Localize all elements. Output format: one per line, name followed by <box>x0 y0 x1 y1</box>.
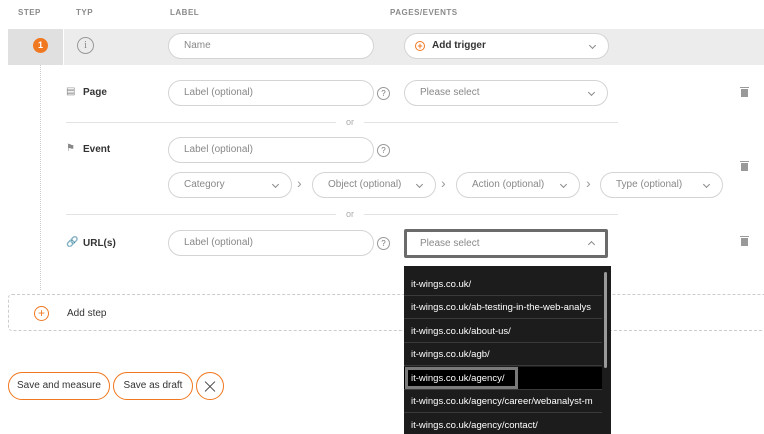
add-step-label[interactable]: Add step <box>67 308 106 319</box>
info-icon[interactable]: i <box>77 37 94 54</box>
step-row <box>8 29 764 65</box>
event-category-select[interactable]: Category <box>168 172 292 198</box>
link-icon: 🔗 <box>66 237 79 248</box>
or-text: or <box>345 117 354 127</box>
add-trigger-label: Add trigger <box>432 40 486 51</box>
page-type-label: Page <box>83 87 107 98</box>
event-type-label: Event <box>83 144 111 155</box>
page-help-icon[interactable]: ? <box>377 87 390 100</box>
dropdown-scrollbar[interactable] <box>604 272 607 368</box>
dropdown-option[interactable]: it-wings.co.uk/about-us/ <box>404 320 602 343</box>
event-type-select[interactable]: Type (optional) <box>600 172 723 198</box>
page-select[interactable]: Please select <box>404 80 608 106</box>
page-label-input[interactable]: Label (optional) <box>168 80 374 106</box>
url-help-icon[interactable]: ? <box>377 237 390 250</box>
event-object-select[interactable]: Object (optional) <box>312 172 436 198</box>
dropdown-hover-highlight <box>405 367 518 389</box>
url-type-label: URL(s) <box>83 238 116 249</box>
add-step-row[interactable] <box>8 294 764 331</box>
page-delete-icon[interactable] <box>740 87 749 97</box>
or-text: or <box>345 209 354 219</box>
header-typ: TYP <box>76 8 94 17</box>
dropdown-option[interactable]: it-wings.co.uk/ab-testing-in-the-web-ana… <box>404 296 602 319</box>
save-and-measure-button[interactable]: Save and measure <box>8 372 110 400</box>
event-help-icon[interactable]: ? <box>377 144 390 157</box>
add-trigger-select[interactable]: + Add trigger <box>404 33 609 59</box>
dropdown-option[interactable]: it-wings.co.uk/ <box>404 273 602 296</box>
page-icon: ▤ <box>66 86 76 97</box>
chevron-right-icon: › <box>586 175 591 191</box>
url-label-input[interactable]: Label (optional) <box>168 230 374 256</box>
dropdown-option[interactable]: it-wings.co.uk/agency/career/webanalyst-… <box>404 390 602 413</box>
add-step-plus-icon[interactable]: + <box>34 306 49 321</box>
save-as-draft-button[interactable]: Save as draft <box>113 372 193 400</box>
event-icon: ⚑ <box>66 143 75 154</box>
event-action-select[interactable]: Action (optional) <box>456 172 580 198</box>
dropdown-option[interactable]: it-wings.co.uk/agency/contact/ <box>404 414 602 434</box>
cancel-close-icon[interactable] <box>196 372 224 400</box>
chevron-right-icon: › <box>297 175 302 191</box>
url-dropdown-list: it-wings.co.uk/ it-wings.co.uk/ab-testin… <box>404 266 611 434</box>
header-pages-events: PAGES/EVENTS <box>390 8 458 17</box>
or-divider-left <box>66 122 336 123</box>
or-divider-right <box>364 214 618 215</box>
event-label-input[interactable]: Label (optional) <box>168 137 374 163</box>
step-number-badge: 1 <box>33 38 48 53</box>
url-delete-icon[interactable] <box>740 236 749 246</box>
event-delete-icon[interactable] <box>740 161 749 171</box>
header-step: STEP <box>18 8 41 17</box>
step-connector-line <box>40 65 41 290</box>
or-divider-left <box>66 214 336 215</box>
dropdown-option[interactable]: it-wings.co.uk/agb/ <box>404 343 602 366</box>
chevron-right-icon: › <box>441 175 446 191</box>
or-divider-right <box>364 122 618 123</box>
url-select[interactable]: Please select <box>404 229 608 258</box>
header-label: LABEL <box>170 8 200 17</box>
plus-icon: + <box>415 41 425 51</box>
step-name-input[interactable]: Name <box>168 33 374 59</box>
